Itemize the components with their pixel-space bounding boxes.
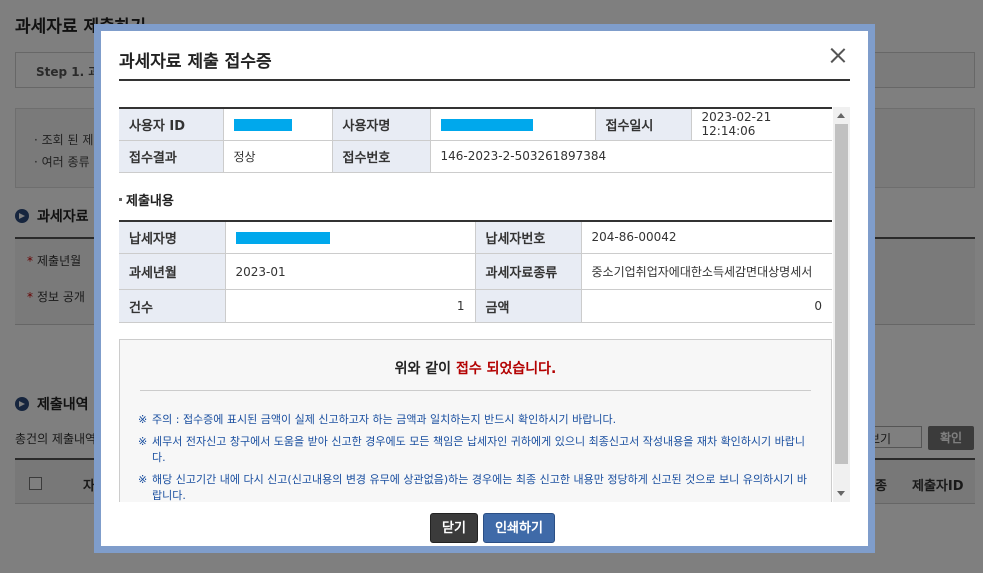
submission-table: 납세자명 납세자번호 204-86-00042 과세년월 2023-01 과세자…	[119, 219, 832, 323]
receipt-no-value: 146-2023-2-503261897384	[430, 140, 832, 173]
taxpayer-name-value	[225, 220, 476, 254]
tax-period-label: 과세년월	[119, 253, 226, 290]
modal-content: 사용자 ID 사용자명 접수일시 2023-02-21 12:14:06 접수결…	[119, 107, 832, 502]
table-row: 사용자 ID 사용자명 접수일시 2023-02-21 12:14:06	[119, 108, 832, 141]
modal-scroll-area[interactable]: 사용자 ID 사용자명 접수일시 2023-02-21 12:14:06 접수결…	[119, 107, 850, 502]
table-row: 접수결과 정상 접수번호 146-2023-2-503261897384	[119, 140, 832, 173]
redaction-mask	[235, 231, 330, 244]
scroll-down-icon[interactable]	[837, 491, 845, 496]
vertical-scrollbar[interactable]	[833, 107, 850, 502]
table-row: 과세년월 2023-01 과세자료종류 중소기업취업자에대한소득세감면대상명세서	[119, 253, 832, 290]
count-label: 건수	[119, 289, 226, 323]
notice-item: ※ 세무서 전자신고 창구에서 도움을 받아 신고한 경우에도 모든 책임은 납세…	[138, 435, 806, 464]
result-label: 접수결과	[119, 140, 224, 173]
count-value: 1	[225, 289, 476, 323]
redaction-mask	[440, 118, 533, 131]
received-at-value: 2023-02-21 12:14:06	[691, 108, 832, 141]
notice-item: ※ 주의 : 접수증에 표시된 금액이 실제 신고하고자 하는 금액과 일치하는지…	[138, 413, 617, 426]
close-button[interactable]: 닫기	[430, 513, 478, 543]
redaction-mask	[233, 118, 292, 131]
taxpayer-no-label: 납세자번호	[475, 220, 582, 254]
amount-label: 금액	[475, 289, 582, 323]
scroll-thumb[interactable]	[835, 124, 848, 464]
modal-title: 과세자료 제출 접수증	[119, 52, 272, 72]
table-row: 납세자명 납세자번호 204-86-00042	[119, 220, 832, 254]
tax-data-type-value: 중소기업취업자에대한소득세감면대상명세서	[581, 253, 832, 290]
user-name-label: 사용자명	[332, 108, 431, 141]
tax-data-type-label: 과세자료종류	[475, 253, 582, 290]
notice-headline: 위와 같이 접수 되었습니다.	[394, 361, 557, 377]
table-row: 건수 1 금액 0	[119, 289, 832, 323]
taxpayer-name-label: 납세자명	[119, 220, 226, 254]
result-value: 정상	[223, 140, 333, 173]
user-id-label: 사용자 ID	[119, 108, 224, 141]
receipt-modal: 과세자료 제출 접수증 사용자 ID 사용자명 접수일시 2023-02-21 …	[94, 24, 875, 553]
notice-list: ※ 주의 : 접수증에 표시된 금액이 실제 신고하고자 하는 금액과 일치하는지…	[138, 412, 811, 502]
amount-value: 0	[581, 289, 832, 323]
print-button[interactable]: 인쇄하기	[483, 513, 555, 543]
notice-box: 위와 같이 접수 되었습니다. ※ 주의 : 접수증에 표시된 금액이 실제 신고…	[119, 339, 832, 502]
submission-heading: 제출내용	[119, 190, 832, 209]
received-at-label: 접수일시	[595, 108, 692, 141]
receipt-table: 사용자 ID 사용자명 접수일시 2023-02-21 12:14:06 접수결…	[119, 107, 832, 173]
user-name-value	[430, 108, 596, 141]
notice-item: ※ 해당 신고기간 내에 다시 신고(신고내용의 변경 유무에 상관없음)하는 경…	[138, 473, 807, 502]
title-divider	[119, 79, 850, 81]
notice-divider	[140, 390, 811, 391]
receipt-no-label: 접수번호	[332, 140, 431, 173]
taxpayer-no-value: 204-86-00042	[581, 220, 832, 254]
scroll-up-icon[interactable]	[837, 113, 845, 118]
tax-period-value: 2023-01	[225, 253, 476, 290]
close-icon[interactable]	[828, 46, 848, 66]
user-id-value	[223, 108, 333, 141]
